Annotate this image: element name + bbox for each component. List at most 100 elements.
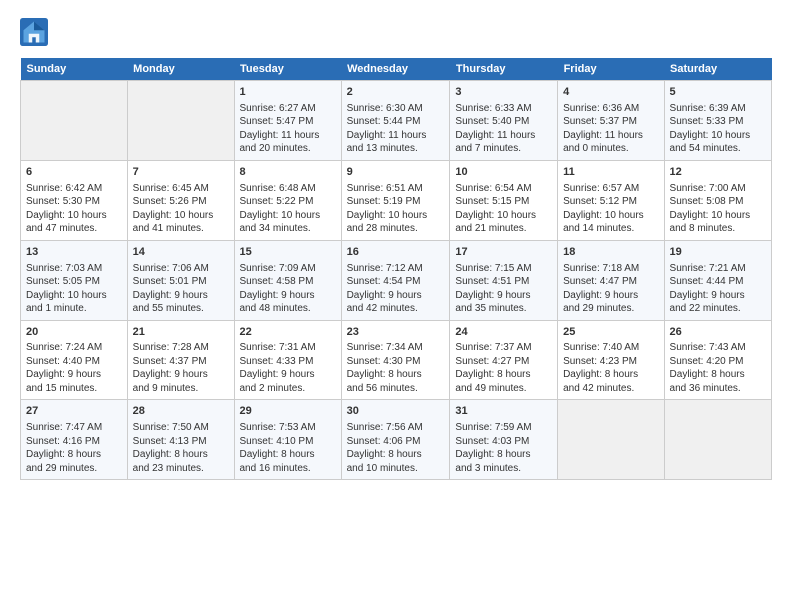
day-info: Sunrise: 6:33 AM — [455, 102, 552, 116]
day-info: Daylight: 9 hours — [347, 289, 445, 303]
day-cell: 21Sunrise: 7:28 AMSunset: 4:37 PMDayligh… — [127, 320, 234, 400]
day-number: 15 — [240, 245, 336, 260]
day-info: Sunset: 5:12 PM — [563, 195, 658, 209]
day-number: 25 — [563, 325, 658, 340]
day-info: Sunset: 5:37 PM — [563, 115, 658, 129]
day-cell: 6Sunrise: 6:42 AMSunset: 5:30 PMDaylight… — [21, 160, 128, 240]
day-info: Sunset: 4:47 PM — [563, 275, 658, 289]
day-info: and 0 minutes. — [563, 142, 658, 156]
day-info: Daylight: 10 hours — [670, 209, 766, 223]
day-info: Sunrise: 6:45 AM — [133, 182, 229, 196]
day-cell: 29Sunrise: 7:53 AMSunset: 4:10 PMDayligh… — [234, 400, 341, 480]
day-info: and 36 minutes. — [670, 382, 766, 396]
day-cell: 17Sunrise: 7:15 AMSunset: 4:51 PMDayligh… — [450, 240, 558, 320]
day-info: Daylight: 10 hours — [133, 209, 229, 223]
day-info: Daylight: 9 hours — [26, 368, 122, 382]
day-info: and 41 minutes. — [133, 222, 229, 236]
day-info: Sunset: 4:27 PM — [455, 355, 552, 369]
day-number: 8 — [240, 165, 336, 180]
day-info: and 54 minutes. — [670, 142, 766, 156]
header-cell-tuesday: Tuesday — [234, 58, 341, 81]
day-cell: 8Sunrise: 6:48 AMSunset: 5:22 PMDaylight… — [234, 160, 341, 240]
day-number: 20 — [26, 325, 122, 340]
day-cell: 24Sunrise: 7:37 AMSunset: 4:27 PMDayligh… — [450, 320, 558, 400]
day-info: Sunrise: 7:12 AM — [347, 262, 445, 276]
day-info: Sunset: 5:26 PM — [133, 195, 229, 209]
day-info: Sunrise: 6:42 AM — [26, 182, 122, 196]
day-cell: 14Sunrise: 7:06 AMSunset: 5:01 PMDayligh… — [127, 240, 234, 320]
day-info: and 49 minutes. — [455, 382, 552, 396]
day-info: Daylight: 10 hours — [240, 209, 336, 223]
day-info: Sunset: 4:20 PM — [670, 355, 766, 369]
day-info: Sunrise: 7:56 AM — [347, 421, 445, 435]
day-number: 22 — [240, 325, 336, 340]
day-number: 30 — [347, 404, 445, 419]
day-info: Sunrise: 7:59 AM — [455, 421, 552, 435]
day-number: 5 — [670, 85, 766, 100]
day-number: 11 — [563, 165, 658, 180]
day-cell: 11Sunrise: 6:57 AMSunset: 5:12 PMDayligh… — [558, 160, 664, 240]
day-info: Daylight: 8 hours — [26, 448, 122, 462]
day-info: Sunrise: 7:34 AM — [347, 341, 445, 355]
day-cell: 19Sunrise: 7:21 AMSunset: 4:44 PMDayligh… — [664, 240, 771, 320]
day-info: Sunrise: 6:36 AM — [563, 102, 658, 116]
day-info: and 3 minutes. — [455, 462, 552, 476]
day-number: 19 — [670, 245, 766, 260]
day-cell: 1Sunrise: 6:27 AMSunset: 5:47 PMDaylight… — [234, 81, 341, 161]
day-info: Daylight: 11 hours — [563, 129, 658, 143]
day-number: 2 — [347, 85, 445, 100]
day-info: and 48 minutes. — [240, 302, 336, 316]
day-cell: 22Sunrise: 7:31 AMSunset: 4:33 PMDayligh… — [234, 320, 341, 400]
day-info: Daylight: 10 hours — [347, 209, 445, 223]
day-info: Sunset: 5:01 PM — [133, 275, 229, 289]
day-number: 4 — [563, 85, 658, 100]
day-info: Daylight: 8 hours — [455, 448, 552, 462]
day-info: Sunrise: 7:18 AM — [563, 262, 658, 276]
day-number: 12 — [670, 165, 766, 180]
day-cell: 3Sunrise: 6:33 AMSunset: 5:40 PMDaylight… — [450, 81, 558, 161]
logo — [20, 18, 52, 46]
day-cell: 26Sunrise: 7:43 AMSunset: 4:20 PMDayligh… — [664, 320, 771, 400]
day-info: Sunrise: 6:48 AM — [240, 182, 336, 196]
day-info: Sunrise: 6:54 AM — [455, 182, 552, 196]
day-info: and 1 minute. — [26, 302, 122, 316]
day-info: Daylight: 9 hours — [240, 289, 336, 303]
day-info: Daylight: 10 hours — [455, 209, 552, 223]
day-cell: 7Sunrise: 6:45 AMSunset: 5:26 PMDaylight… — [127, 160, 234, 240]
day-info: Sunset: 4:23 PM — [563, 355, 658, 369]
day-info: Sunset: 4:40 PM — [26, 355, 122, 369]
header-cell-friday: Friday — [558, 58, 664, 81]
day-cell: 5Sunrise: 6:39 AMSunset: 5:33 PMDaylight… — [664, 81, 771, 161]
day-cell: 18Sunrise: 7:18 AMSunset: 4:47 PMDayligh… — [558, 240, 664, 320]
day-number: 17 — [455, 245, 552, 260]
day-info: and 29 minutes. — [26, 462, 122, 476]
day-info: and 42 minutes. — [347, 302, 445, 316]
day-info: Sunset: 4:06 PM — [347, 435, 445, 449]
day-number: 6 — [26, 165, 122, 180]
day-info: Sunset: 5:08 PM — [670, 195, 766, 209]
day-info: Sunrise: 7:06 AM — [133, 262, 229, 276]
day-info: Sunset: 4:58 PM — [240, 275, 336, 289]
header — [20, 18, 772, 46]
week-row-1: 1Sunrise: 6:27 AMSunset: 5:47 PMDaylight… — [21, 81, 772, 161]
page: SundayMondayTuesdayWednesdayThursdayFrid… — [0, 0, 792, 490]
day-info: and 9 minutes. — [133, 382, 229, 396]
day-cell — [558, 400, 664, 480]
day-info: Sunrise: 6:27 AM — [240, 102, 336, 116]
day-info: Sunrise: 7:37 AM — [455, 341, 552, 355]
day-info: Daylight: 9 hours — [563, 289, 658, 303]
day-info: Sunrise: 7:15 AM — [455, 262, 552, 276]
day-info: Daylight: 9 hours — [455, 289, 552, 303]
day-info: Daylight: 11 hours — [455, 129, 552, 143]
day-info: Daylight: 8 hours — [347, 448, 445, 462]
day-number: 26 — [670, 325, 766, 340]
day-cell: 30 Sunrise: 7:56 AMSunset: 4:06 PMDayligh… — [341, 400, 450, 480]
day-info: Sunset: 5:44 PM — [347, 115, 445, 129]
day-info: Sunrise: 7:43 AM — [670, 341, 766, 355]
day-info: Sunset: 4:30 PM — [347, 355, 445, 369]
day-info: Sunset: 4:16 PM — [26, 435, 122, 449]
day-info: Sunset: 5:19 PM — [347, 195, 445, 209]
day-info: Sunset: 5:15 PM — [455, 195, 552, 209]
day-info: Sunset: 5:05 PM — [26, 275, 122, 289]
day-number: 21 — [133, 325, 229, 340]
